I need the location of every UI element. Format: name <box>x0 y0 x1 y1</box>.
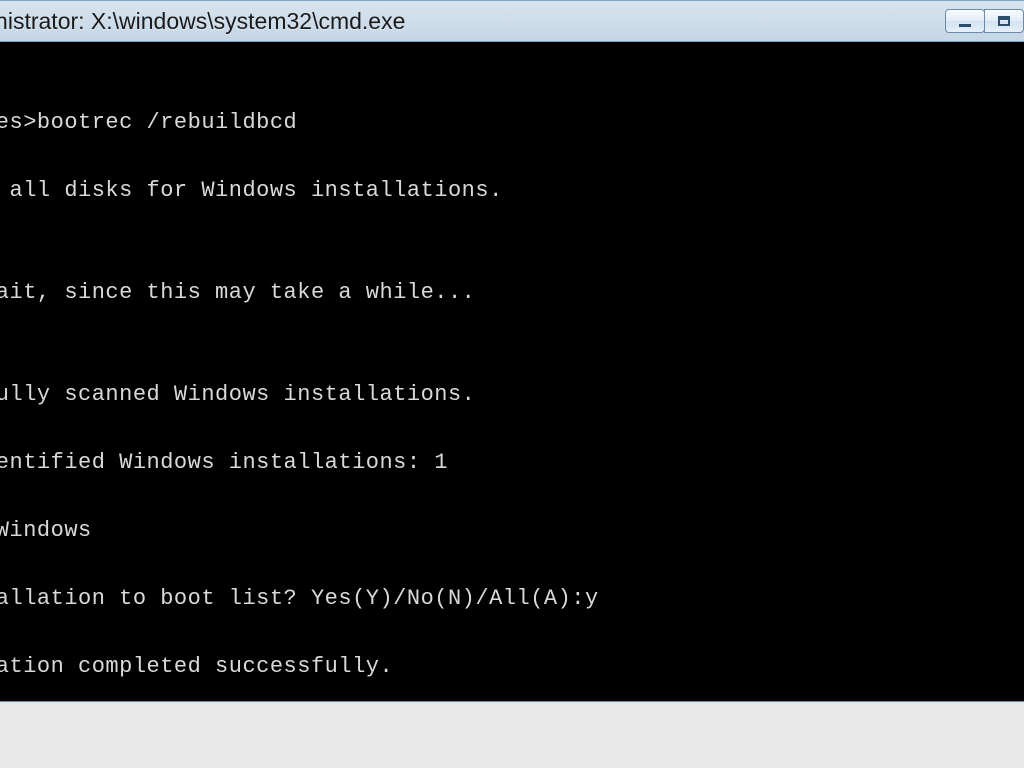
terminal-line: ources>bootrec /rebuildbcd <box>0 106 1024 140</box>
window-title: dministrator: X:\windows\system32\cmd.ex… <box>0 8 405 35</box>
window-controls <box>945 9 1024 33</box>
terminal-line: C:\Windows <box>0 514 1024 548</box>
titlebar[interactable]: dministrator: X:\windows\system32\cmd.ex… <box>0 0 1024 42</box>
cmd-window: dministrator: X:\windows\system32\cmd.ex… <box>0 0 1024 702</box>
minimize-icon <box>959 24 971 27</box>
terminal-line: installation to boot list? Yes(Y)/No(N)/… <box>0 582 1024 616</box>
maximize-button[interactable] <box>984 9 1024 33</box>
terminal-line: essfully scanned Windows installations. <box>0 378 1024 412</box>
maximize-icon <box>998 16 1010 26</box>
terminal-line: ning all disks for Windows installations… <box>0 174 1024 208</box>
terminal-line: l identified Windows installations: 1 <box>0 446 1024 480</box>
terminal-line: se wait, since this may take a while... <box>0 276 1024 310</box>
terminal-line: operation completed successfully. <box>0 650 1024 684</box>
minimize-button[interactable] <box>945 9 985 33</box>
terminal-output[interactable]: ources>bootrec /rebuildbcd ning all disk… <box>0 42 1024 702</box>
